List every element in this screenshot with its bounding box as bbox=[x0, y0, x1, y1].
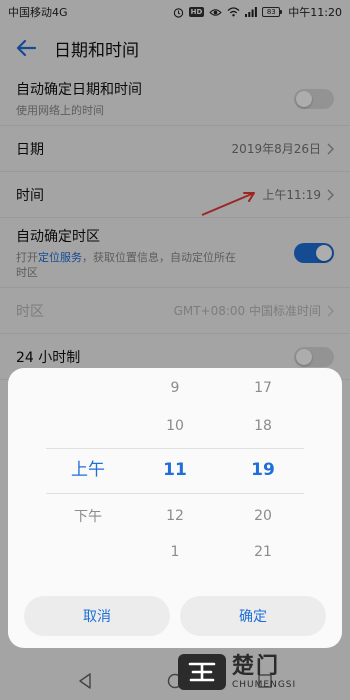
time-picker-dialog: 上午 下午 9 10 11 12 1 17 18 19 20 21 取消 确定 bbox=[8, 368, 342, 648]
watermark-cn: 楚门 bbox=[232, 654, 281, 679]
picker-item-minute[interactable]: 18 bbox=[218, 414, 308, 438]
picker-item-am[interactable]: 上午 bbox=[43, 458, 133, 482]
nav-back-button[interactable] bbox=[73, 669, 97, 693]
selection-line-top bbox=[46, 448, 304, 449]
picker-item-hour[interactable]: 9 bbox=[130, 376, 220, 400]
picker-item-minute[interactable]: 17 bbox=[218, 376, 308, 400]
picker-item-hour[interactable]: 10 bbox=[130, 414, 220, 438]
picker-item-minute[interactable]: 20 bbox=[218, 504, 308, 528]
confirm-button[interactable]: 确定 bbox=[180, 596, 326, 636]
nav-back-icon bbox=[78, 673, 92, 689]
watermark-en: CHUMENGSI bbox=[232, 680, 297, 690]
cancel-button[interactable]: 取消 bbox=[24, 596, 170, 636]
selection-line-bottom bbox=[46, 493, 304, 494]
picker-item-hour-selected[interactable]: 11 bbox=[130, 458, 220, 482]
picker-item-hour[interactable]: 12 bbox=[130, 504, 220, 528]
watermark-logo-icon bbox=[178, 654, 226, 690]
picker-item-pm[interactable]: 下午 bbox=[43, 505, 133, 529]
site-watermark: 楚门 CHUMENGSI bbox=[178, 646, 348, 698]
picker-item-hour[interactable]: 1 bbox=[130, 540, 220, 564]
picker-item-minute-selected[interactable]: 19 bbox=[218, 458, 308, 482]
picker-item-minute[interactable]: 21 bbox=[218, 540, 308, 564]
